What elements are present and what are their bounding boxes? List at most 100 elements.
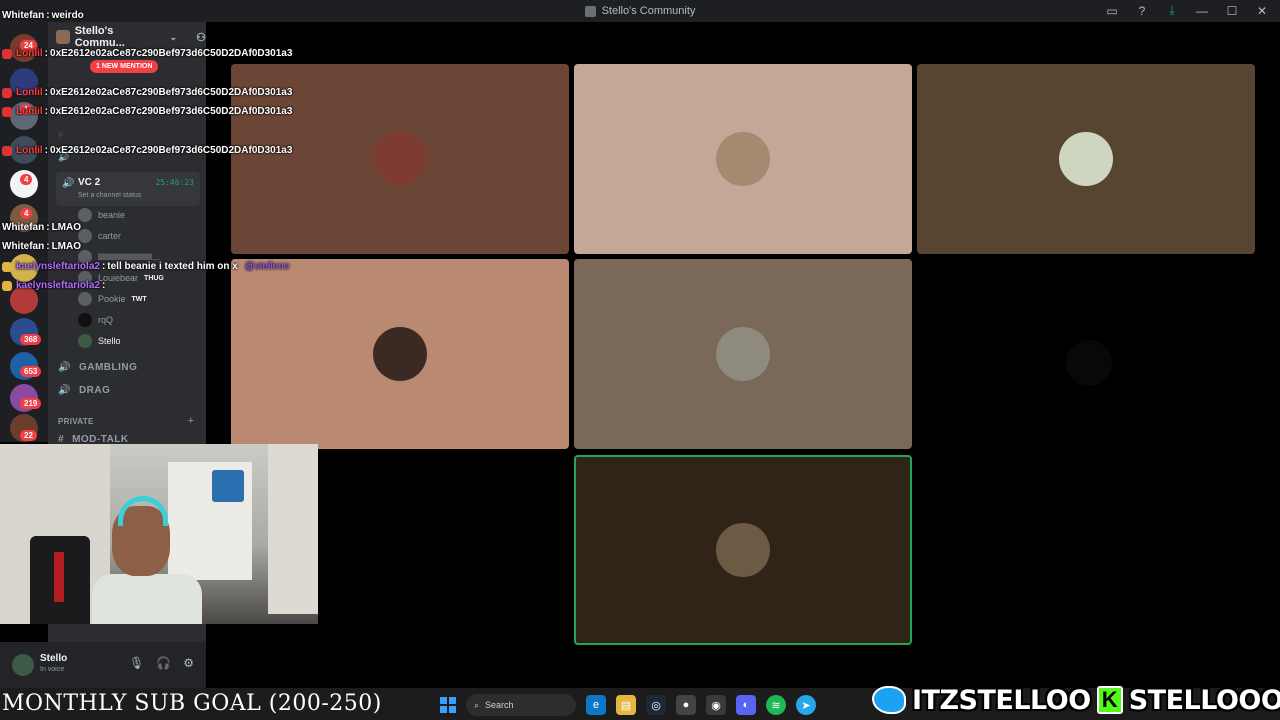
twitter-handle: ITZSTELLOO <box>912 684 1091 716</box>
discord-icon[interactable]: ◐ <box>736 695 756 715</box>
voice-tile[interactable] <box>574 259 912 449</box>
maximize-button[interactable]: ☐ <box>1224 4 1240 18</box>
voice-member[interactable]: beanie <box>78 208 125 222</box>
chat-username: Lonlil <box>16 48 43 59</box>
webcam-door <box>268 444 318 614</box>
server-avatar <box>56 30 70 44</box>
chat-message: Whitefan : LMAO <box>2 222 82 233</box>
chat-badge-icon <box>2 87 12 98</box>
add-person-icon[interactable]: ⚇ <box>196 31 206 44</box>
help-icon[interactable]: ? <box>1134 4 1150 18</box>
chat-text: 0xE2612e02aCe87c290Bef973d6C50D2DAf0D301… <box>50 106 293 117</box>
avatar <box>716 132 770 186</box>
server-badge: 22 <box>20 430 37 441</box>
voice-channel-active[interactable]: 🔊 VC 2 25:46:23 Set a channel status <box>56 172 200 206</box>
chat-badge-icon <box>2 48 12 59</box>
minimize-button[interactable]: — <box>1194 4 1210 18</box>
chat-message: Whitefan : weirdo <box>2 10 84 21</box>
user-name: Stello <box>40 653 68 664</box>
windows-start-icon[interactable] <box>440 697 456 713</box>
server-badge: 653 <box>20 366 42 377</box>
chat-username: Lonlil <box>16 145 43 156</box>
chat-username: kaelynsleftariola2 <box>16 280 100 291</box>
download-icon[interactable]: ⤓ <box>1164 3 1180 18</box>
chat-username: Lonlil <box>16 87 43 98</box>
speaker-icon: 🔊 <box>62 178 75 189</box>
chat-message: Lonlil : 0xE2612e02aCe87c290Bef973d6C50D… <box>2 106 292 117</box>
chat-text: 0xE2612e02aCe87c290Bef973d6C50D2DAf0D301… <box>50 87 293 98</box>
avatar <box>78 208 92 222</box>
chat-username: Whitefan <box>2 10 45 21</box>
chat-username: Lonlil <box>16 106 43 117</box>
spotify-icon[interactable]: ≋ <box>766 695 786 715</box>
taskbar-apps: ⌕ Search e ▤ ◎ ● ◉ ◐ ≋ ➤ <box>440 694 816 716</box>
twitter-icon <box>872 686 906 714</box>
window-titlebar: Stello's Community ▭ ? ⤓ — ☐ ✕ <box>0 0 1280 22</box>
avatar <box>78 334 92 348</box>
hash-icon: # <box>58 130 64 140</box>
webcam-feed <box>0 444 318 624</box>
close-button[interactable]: ✕ <box>1254 4 1270 18</box>
avatar[interactable] <box>12 654 34 676</box>
chat-text: LMAO <box>51 222 82 233</box>
user-status: In voice <box>40 666 65 673</box>
member-tag: THUG <box>144 274 164 282</box>
chat-message: Lonlil : 0xE2612e02aCe87c290Bef973d6C50D… <box>2 48 292 59</box>
file-explorer-icon[interactable]: ▤ <box>616 695 636 715</box>
inbox-icon[interactable]: ▭ <box>1104 4 1120 18</box>
chevron-down-icon: ⌄ <box>169 31 178 42</box>
avatar <box>716 523 770 577</box>
edge-icon[interactable]: e <box>586 695 606 715</box>
chat-mention: @stellooo <box>244 261 290 272</box>
member-tag: TWT <box>131 295 147 303</box>
streamer-shirt <box>92 574 202 624</box>
gear-icon[interactable]: ⚙ <box>183 656 194 670</box>
chat-badge-icon <box>2 261 12 272</box>
kick-handle: STELLOOO <box>1128 684 1280 716</box>
chat-username: Whitefan <box>2 222 45 233</box>
user-panel: Stello In voice 🎙 🎧 ⚙ <box>0 642 206 688</box>
chat-badge-icon <box>2 106 12 117</box>
chat-message: Whitefan : LMAO <box>2 241 82 252</box>
voice-member-self[interactable]: Stello <box>78 334 121 348</box>
voice-tile[interactable] <box>231 259 569 449</box>
voice-tile-speaking[interactable] <box>574 455 912 645</box>
voice-tile[interactable] <box>574 64 912 254</box>
voice-channel-gambling[interactable]: 🔊 GAMBLING <box>58 362 137 373</box>
taskbar-search[interactable]: ⌕ Search <box>466 694 576 716</box>
voice-tile[interactable] <box>917 64 1255 254</box>
chat-username: Whitefan <box>2 241 45 252</box>
chrome-icon[interactable]: ◉ <box>706 695 726 715</box>
voice-member[interactable]: Pookie TWT <box>78 292 147 306</box>
microphone-icon[interactable]: 🎙 <box>129 656 144 670</box>
chat-text: 0xE2612e02aCe87c290Bef973d6C50D2DAf0D301… <box>50 48 293 59</box>
speaker-icon: 🔊 <box>58 362 71 373</box>
gaming-chair-stripe <box>54 552 64 602</box>
avatar <box>373 327 427 381</box>
kick-icon: K <box>1096 686 1123 714</box>
voice-channel-drag[interactable]: 🔊 DRAG <box>58 385 110 396</box>
new-mention-pill[interactable]: 1 NEW MENTION <box>90 60 159 73</box>
webcam-poster-logo <box>212 470 244 502</box>
window-controls: ▭ ? ⤓ — ☐ ✕ <box>1104 3 1270 18</box>
chat-message: Lonlil : 0xE2612e02aCe87c290Bef973d6C50D… <box>2 145 292 156</box>
category-private[interactable]: PRIVATE <box>58 417 94 426</box>
server-badge: 368 <box>20 334 42 345</box>
headphones-icon[interactable]: 🎧 <box>156 656 171 670</box>
avatar <box>1059 132 1113 186</box>
channel-status-prompt[interactable]: Set a channel status <box>78 192 141 199</box>
headphones <box>118 496 168 526</box>
telegram-icon[interactable]: ➤ <box>796 695 816 715</box>
chat-message: kaelynsleftariola2 : tell beanie i texte… <box>2 261 289 272</box>
voice-member[interactable]: carter <box>78 229 121 243</box>
sub-goal-text: MONTHLY SUB GOAL (200-250) <box>2 691 382 716</box>
steam-icon[interactable]: ◎ <box>646 695 666 715</box>
add-channel-icon[interactable]: + <box>188 415 194 427</box>
avatar <box>716 327 770 381</box>
server-name: Stello's Commu... <box>74 25 125 49</box>
social-handles: ITZSTELLOO K STELLOOO <box>872 682 1280 718</box>
obs-icon[interactable]: ● <box>676 695 696 715</box>
channel-row[interactable]: # <box>58 124 198 146</box>
window-title-text: Stello's Community <box>601 5 696 17</box>
voice-member[interactable]: rqQ <box>78 313 113 327</box>
